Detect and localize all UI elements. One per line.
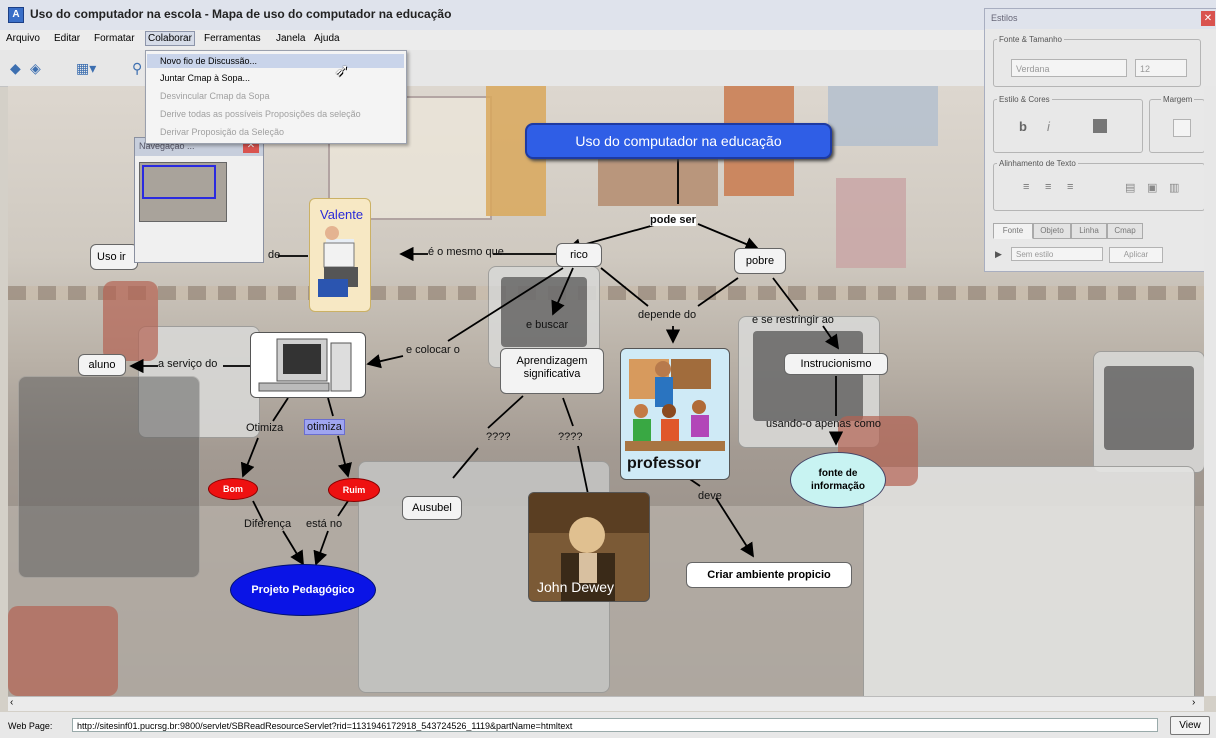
align-center-icon[interactable]: ≡ [1045,181,1051,193]
link-label[interactable]: ???? [486,431,510,443]
view-button[interactable]: View [1170,716,1210,735]
link-label[interactable]: é o mesmo que [428,246,504,258]
horizontal-scrollbar[interactable]: ‹ › [8,696,1204,711]
concept-node-aluno[interactable]: aluno [78,354,126,376]
play-icon[interactable]: ▶ [995,249,1002,260]
valign-bottom-icon[interactable]: ▥ [1169,181,1179,194]
link-label[interactable]: deve [698,490,722,502]
tab-cmap[interactable]: Cmap [1107,223,1143,239]
apply-button[interactable]: Aplicar [1109,247,1163,263]
styles-panel-header: Estilos ✕ [985,9,1216,29]
close-icon[interactable]: ✕ [1201,11,1215,26]
concept-node-pobre[interactable]: pobre [734,248,786,274]
menu-arquivo[interactable]: Arquivo [6,33,40,44]
margin-section-label: Margem [1161,95,1195,104]
tab-objeto[interactable]: Objeto [1033,223,1071,239]
menu-colaborar[interactable]: Colaborar [145,31,195,46]
link-label[interactable]: ???? [558,431,582,443]
link-label[interactable]: e se restringir ao [752,314,834,326]
search-icon[interactable]: ⚲ [132,60,142,77]
navigation-window[interactable]: Navegação ... ✕ [134,137,264,263]
concept-node-uso[interactable]: Uso ir [90,244,138,270]
web-page-label: Web Page: [8,721,53,731]
window-title: Uso do computador na escola - Mapa de us… [30,7,452,21]
align-right-icon[interactable]: ≡ [1067,181,1073,193]
bold-button[interactable]: b [1019,119,1027,134]
concept-node-fonte[interactable]: fonte de informação [790,452,886,508]
link-label[interactable]: pode ser [650,214,696,226]
concept-node-ruim[interactable]: Ruim [328,478,380,502]
image-node-valente[interactable]: Valente [309,198,371,312]
concept-node-projeto[interactable]: Projeto Pedagógico [230,564,376,616]
menu-item-derivar: Derivar Proposição da Seleção [160,127,285,137]
vertical-scrollbar[interactable] [1204,86,1216,696]
menu-editar[interactable]: Editar [54,33,80,44]
app-icon: A [8,7,24,23]
computer-image-node[interactable] [250,332,366,398]
link-label[interactable]: e colocar o [406,344,460,356]
link-label[interactable]: a serviço do [158,358,217,370]
link-label-selected[interactable]: otimiza [304,419,345,435]
style-section-label: Estilo & Cores [997,95,1052,104]
mouse-cursor-icon: ➶ [334,60,350,80]
link-label[interactable]: está no [306,518,342,530]
tab-linha[interactable]: Linha [1071,223,1107,239]
computer-illustration [258,338,352,392]
link-label[interactable]: usando-o apenas como [766,418,881,430]
menu-ferramentas[interactable]: Ferramentas [204,33,261,44]
image-node-caption: John Dewey [537,579,615,595]
menu-janela[interactable]: Janela [276,33,305,44]
valign-top-icon[interactable]: ▤ [1125,181,1135,194]
concept-node-rico[interactable]: rico [556,243,602,267]
viewport-rect[interactable] [142,165,216,199]
menu-item-novo-fio[interactable]: Novo fio de Discussão... [147,54,404,68]
menu-formatar[interactable]: Formatar [94,33,135,44]
color-picker-icon[interactable] [1093,119,1107,133]
link-label[interactable]: e buscar [526,319,568,331]
image-node-caption: Valente [320,207,364,222]
back-icon[interactable]: ◆ [10,60,21,77]
style-select[interactable]: Sem estilo [1011,247,1103,261]
link-label[interactable]: de [268,249,280,261]
italic-button[interactable]: i [1047,119,1050,134]
concept-node-aprendizagem[interactable]: Aprendizagem significativa [500,348,604,394]
concept-node-ausubel[interactable]: Ausubel [402,496,462,520]
image-node-dewey[interactable]: John Dewey [528,492,650,602]
font-name-select[interactable]: Verdana [1011,59,1127,77]
margin-input[interactable] [1173,119,1191,137]
font-size-select[interactable]: 12 [1135,59,1187,77]
menu-item-juntar-cmap[interactable]: Juntar Cmap à Sopa... [160,73,250,83]
forward-icon[interactable]: ◈ [30,60,41,77]
style-fieldset [993,99,1143,153]
link-label[interactable]: Otimiza [246,422,283,434]
url-field[interactable]: http://sitesinf01.pucrsg.br:9800/servlet… [72,718,1158,732]
menu-item-desvincular: Desvincular Cmap da Sopa [160,91,270,101]
image-node-caption: professor [627,455,701,472]
menu-ajuda[interactable]: Ajuda [314,33,340,44]
concept-node-criar[interactable]: Criar ambiente propicio [686,562,852,588]
image-node-professor[interactable]: professor [620,348,730,480]
scroll-right-icon[interactable]: › [1192,697,1195,708]
font-section-label: Fonte & Tamanho [997,35,1065,44]
title-concept-node[interactable]: Uso do computador na educação [525,123,832,159]
styles-panel-title: Estilos [991,13,1018,23]
link-label[interactable]: Diferença [244,518,291,530]
concept-node-instrucionismo[interactable]: Instrucionismo [784,353,888,375]
concept-node-bom[interactable]: Bom [208,478,258,500]
scroll-left-icon[interactable]: ‹ [10,697,13,708]
menu-item-derive-todas: Derive todas as possíveis Proposições da… [160,109,361,119]
tab-fonte[interactable]: Fonte [993,223,1033,239]
link-label[interactable]: depende do [638,309,696,321]
align-left-icon[interactable]: ≡ [1023,181,1029,193]
styles-panel: Estilos ✕ Fonte & Tamanho Verdana 12 Est… [984,8,1216,272]
menu-bar: Arquivo Editar Formatar Colaborar Ferram… [0,30,984,50]
colaborar-menu: Novo fio de Discussão... Juntar Cmap à S… [145,50,407,144]
align-section-label: Alinhamento de Texto [997,159,1078,168]
valign-middle-icon[interactable]: ▣ [1147,181,1157,194]
view-icon[interactable]: ▦▾ [76,60,96,77]
navigation-thumbnail[interactable] [139,162,227,222]
